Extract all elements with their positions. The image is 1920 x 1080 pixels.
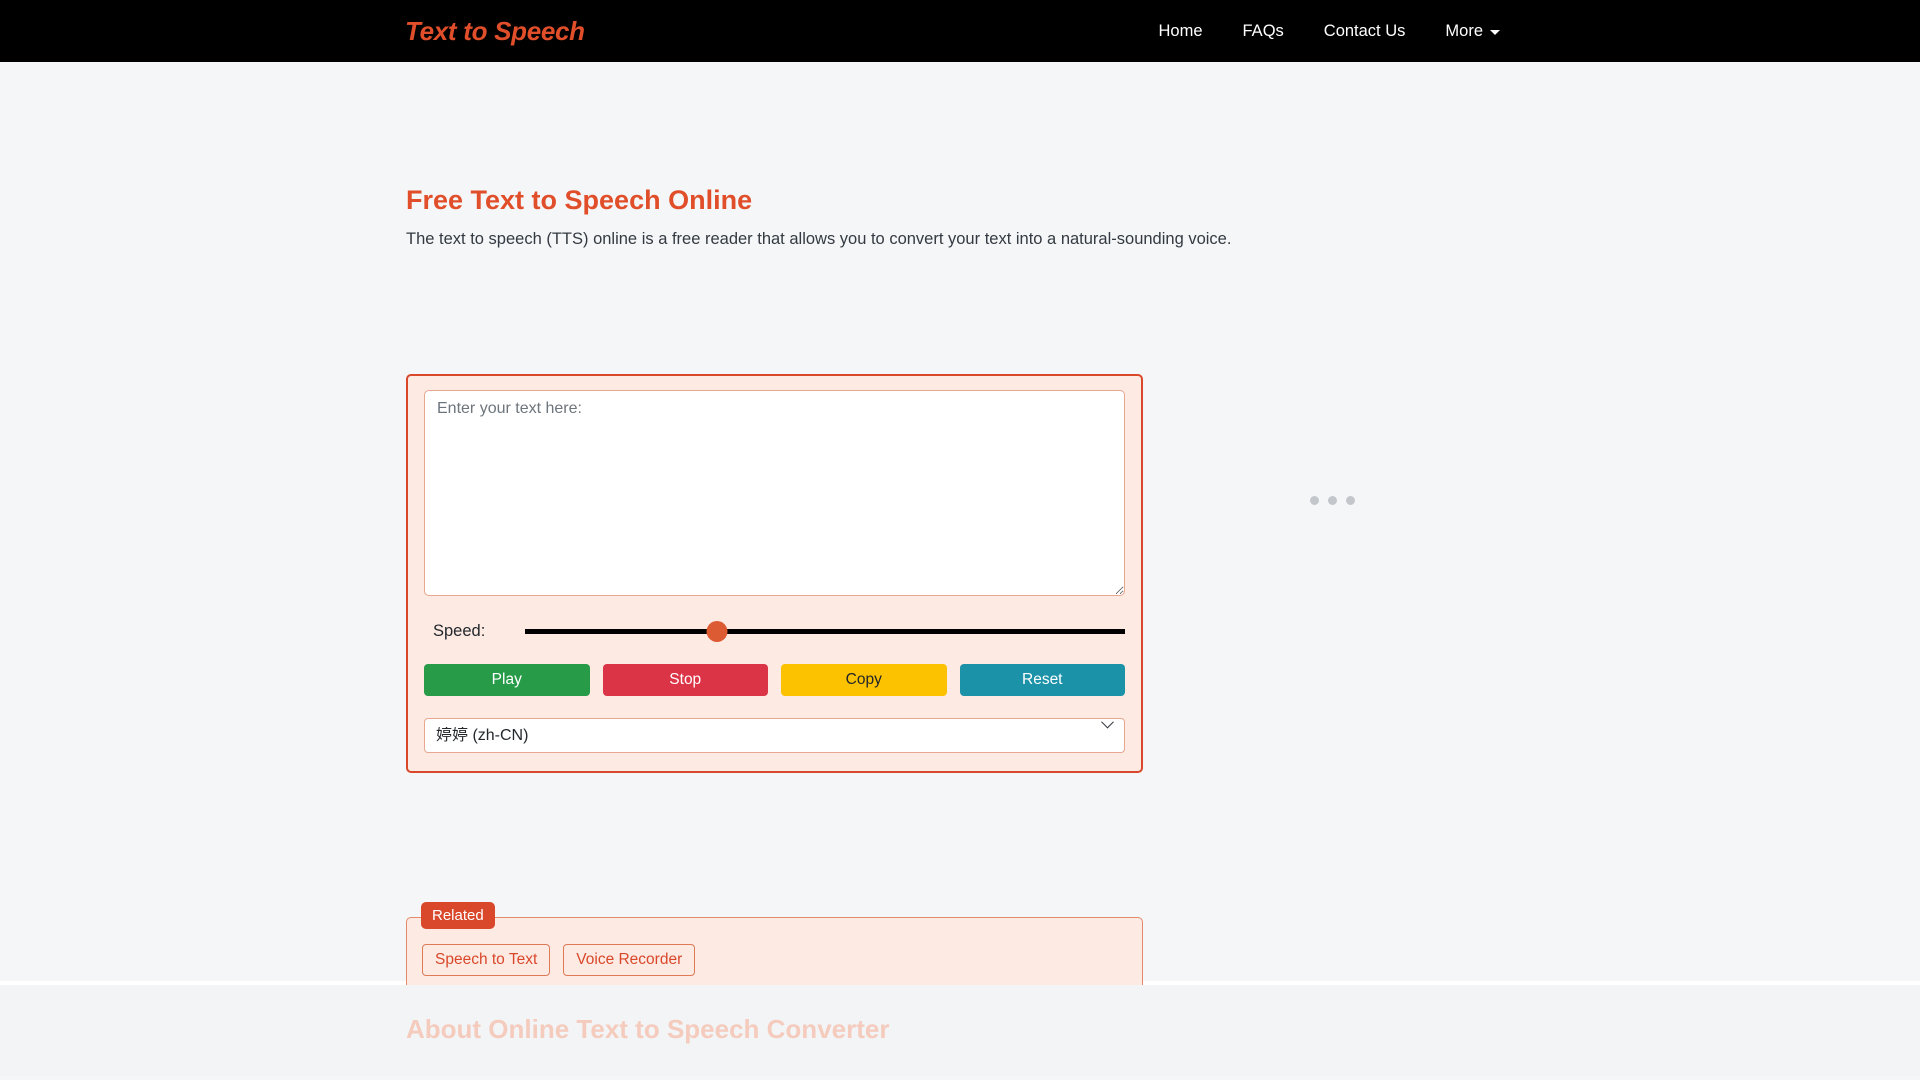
nav-item-home[interactable]: Home bbox=[1139, 14, 1223, 49]
site-header: Text to Speech Home FAQs Contact Us More bbox=[0, 0, 1920, 62]
stop-button[interactable]: Stop bbox=[602, 664, 768, 696]
nav-label-contact-us: Contact Us bbox=[1323, 21, 1406, 40]
speed-slider[interactable] bbox=[525, 620, 1125, 642]
related-box: Related Speech to Text Voice Recorder bbox=[406, 902, 1143, 994]
action-button-row: Play Stop Copy Reset bbox=[424, 664, 1125, 696]
related-link-voice-recorder[interactable]: Voice Recorder bbox=[563, 944, 696, 976]
speed-label: Speed: bbox=[433, 621, 486, 640]
play-button[interactable]: Play bbox=[424, 664, 590, 696]
voice-select-wrapper: 婷婷 (zh-CN) bbox=[424, 696, 1125, 753]
loading-dot bbox=[1346, 496, 1355, 505]
page-subtitle: The text to speech (TTS) online is a fre… bbox=[406, 230, 1232, 248]
loading-dot bbox=[1328, 496, 1337, 505]
tts-tool-panel: Speed: Play Stop Copy Reset 婷婷 (zh-CN) bbox=[406, 374, 1143, 773]
about-section-title: About Online Text to Speech Converter bbox=[406, 1014, 890, 1044]
speed-slider-thumb[interactable] bbox=[706, 620, 728, 642]
related-links-list: Speech to Text Voice Recorder bbox=[422, 944, 1127, 976]
nav-item-more[interactable]: More bbox=[1425, 14, 1520, 49]
speed-control-row: Speed: bbox=[424, 620, 1125, 642]
voice-select[interactable]: 婷婷 (zh-CN) bbox=[424, 718, 1125, 753]
copy-button[interactable]: Copy bbox=[781, 664, 947, 696]
nav-label-more: More bbox=[1445, 21, 1483, 40]
related-badge: Related bbox=[421, 902, 495, 929]
nav-label-faqs: FAQs bbox=[1242, 21, 1284, 40]
nav-item-contact-us[interactable]: Contact Us bbox=[1304, 14, 1426, 49]
text-input-textarea[interactable] bbox=[424, 390, 1125, 596]
page-content: Free Text to Speech Online The text to s… bbox=[0, 62, 1920, 994]
site-logo[interactable]: Text to Speech bbox=[405, 16, 585, 47]
chevron-down-icon bbox=[1490, 29, 1500, 35]
main-navigation: Home FAQs Contact Us More bbox=[1139, 14, 1521, 49]
reset-button[interactable]: Reset bbox=[959, 664, 1125, 696]
loading-dot bbox=[1310, 496, 1319, 505]
about-section: About Online Text to Speech Converter bbox=[0, 985, 1920, 1076]
nav-item-faqs[interactable]: FAQs bbox=[1223, 14, 1304, 49]
speed-slider-track[interactable] bbox=[525, 628, 1125, 634]
related-link-speech-to-text[interactable]: Speech to Text bbox=[422, 944, 551, 976]
loading-dots-indicator bbox=[1310, 496, 1355, 505]
nav-label-home: Home bbox=[1158, 21, 1203, 40]
page-title: Free Text to Speech Online bbox=[406, 185, 753, 215]
